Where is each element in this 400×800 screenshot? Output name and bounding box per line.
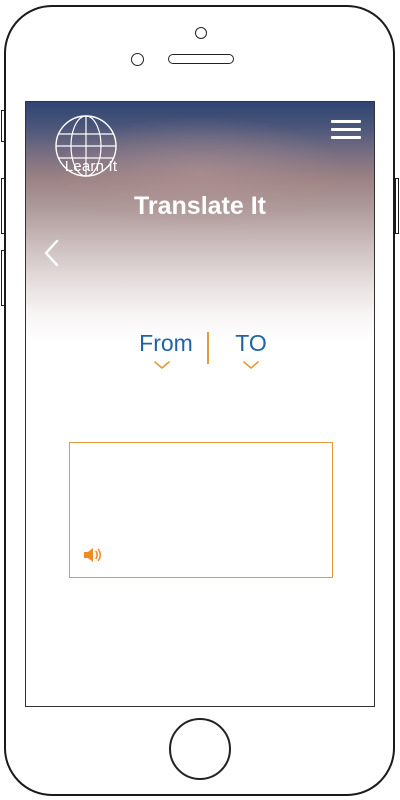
back-button[interactable]	[42, 238, 62, 268]
power-button	[395, 178, 399, 234]
chevron-down-icon	[154, 361, 170, 369]
home-button[interactable]	[169, 718, 231, 780]
front-sensor	[131, 53, 144, 66]
page-title: Translate It	[134, 192, 266, 220]
chevron-left-icon	[44, 239, 59, 267]
language-selector: From TO	[26, 330, 374, 380]
mute-switch	[1, 110, 5, 142]
to-label: TO	[235, 330, 267, 356]
volume-down-button	[1, 250, 5, 306]
app-logo: Learn It	[50, 114, 122, 180]
from-language-dropdown[interactable]: From	[126, 330, 206, 380]
hamburger-menu-icon[interactable]	[331, 120, 361, 140]
from-label: From	[139, 330, 193, 356]
chevron-down-icon	[243, 361, 259, 369]
translation-output-text	[80, 451, 320, 541]
app-screen: Learn It Translate It From TO	[25, 101, 375, 707]
to-language-dropdown[interactable]: TO	[226, 330, 276, 380]
earpiece-speaker	[168, 54, 234, 64]
volume-up-button	[1, 178, 5, 234]
translation-output-box[interactable]	[69, 442, 333, 578]
play-audio-button[interactable]	[83, 546, 103, 564]
speaker-icon	[84, 548, 102, 562]
logo-text: Learn It	[64, 158, 118, 175]
language-divider	[207, 332, 209, 364]
camera	[195, 27, 207, 39]
